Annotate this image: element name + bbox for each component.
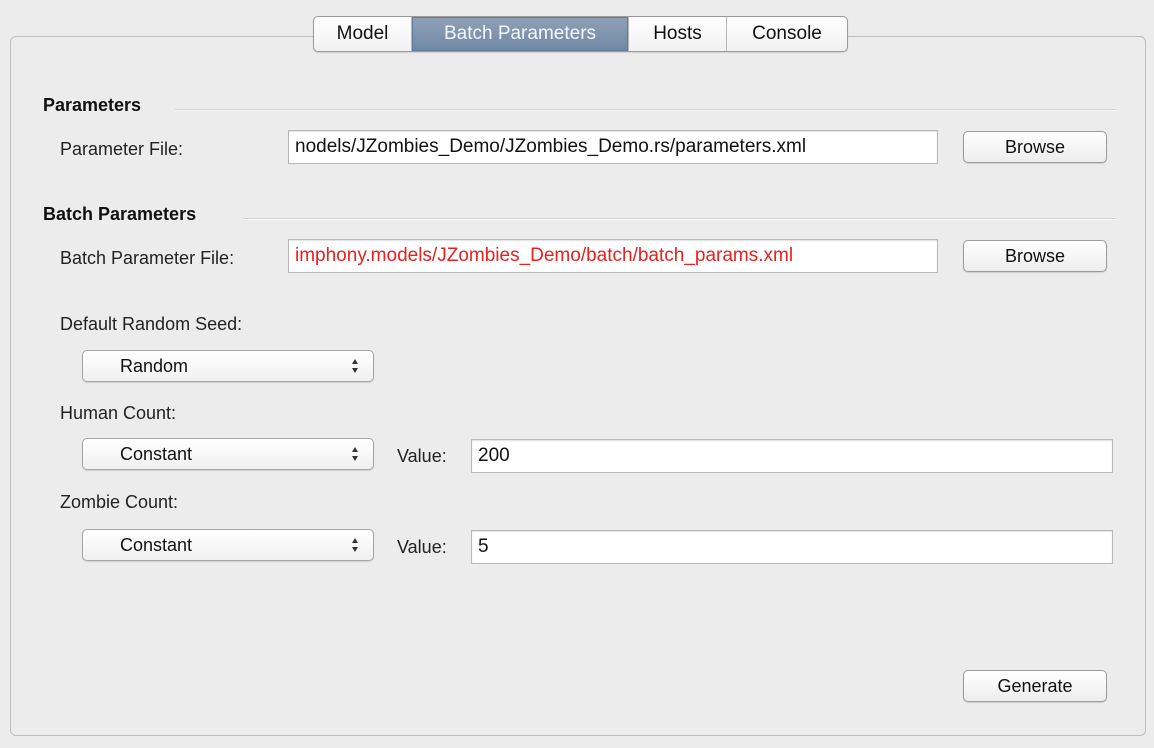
zombie-count-label: Zombie Count: — [60, 492, 179, 512]
tab-model[interactable]: Model — [314, 17, 412, 51]
tab-hosts[interactable]: Hosts — [629, 17, 727, 51]
random-seed-label: Default Random Seed: — [60, 314, 243, 334]
zombie-count-value-label: Value: — [397, 537, 447, 557]
updown-arrows-icon — [352, 538, 358, 552]
human-count-label: Human Count: — [60, 403, 177, 423]
updown-arrows-icon — [352, 447, 358, 461]
parameter-file-field[interactable]: nodels/JZombies_Demo/JZombies_Demo.rs/pa… — [288, 130, 938, 164]
random-seed-selected-value: Random — [120, 356, 189, 376]
parameters-separator — [175, 109, 1116, 111]
parameter-file-label: Parameter File: — [60, 139, 184, 159]
human-count-value-field[interactable]: 200 — [471, 439, 1113, 473]
tab-console[interactable]: Console — [727, 17, 847, 51]
zombie-count-select[interactable]: Constant — [82, 529, 374, 561]
parameters-section-title: Parameters — [43, 95, 142, 115]
human-count-selected-value: Constant — [120, 444, 193, 464]
updown-arrows-icon — [352, 359, 358, 373]
random-seed-select[interactable]: Random — [82, 350, 374, 382]
zombie-count-value-field[interactable]: 5 — [471, 530, 1113, 564]
generate-button[interactable]: Generate — [963, 670, 1107, 702]
batch-run-window: Model Batch Parameters Hosts Console Par… — [0, 0, 1154, 748]
parameter-browse-button[interactable]: Browse — [963, 131, 1107, 163]
batch-parameter-browse-button[interactable]: Browse — [963, 240, 1107, 272]
batch-parameters-separator — [243, 218, 1116, 220]
batch-parameter-file-label: Batch Parameter File: — [60, 248, 235, 268]
tab-bar: Model Batch Parameters Hosts Console — [313, 16, 848, 52]
batch-parameter-file-field[interactable]: imphony.models/JZombies_Demo/batch/batch… — [288, 239, 938, 273]
human-count-value-label: Value: — [397, 446, 447, 466]
batch-parameters-section-title: Batch Parameters — [43, 204, 197, 224]
human-count-select[interactable]: Constant — [82, 438, 374, 470]
tab-batch-parameters[interactable]: Batch Parameters — [412, 17, 629, 51]
zombie-count-selected-value: Constant — [120, 535, 193, 555]
